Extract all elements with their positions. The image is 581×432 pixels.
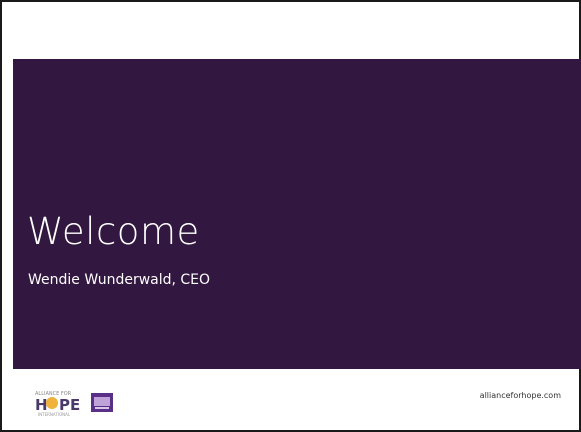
svg-text:INTERNATIONAL: INTERNATIONAL <box>38 412 71 417</box>
presentation-slide: Welcome Wendie Wunderwald, CEO ALLIANCE … <box>0 0 581 432</box>
website-url: allianceforhope.com <box>479 391 561 400</box>
alliance-for-hope-logo: ALLIANCE FOR H PE INTERNATIONAL <box>35 391 80 417</box>
footer-logos: ALLIANCE FOR H PE INTERNATIONAL <box>35 387 135 417</box>
slide-subtitle: Wendie Wunderwald, CEO <box>28 272 211 288</box>
partner-logo-icon <box>91 393 113 412</box>
slide-title: Welcome <box>27 210 200 253</box>
